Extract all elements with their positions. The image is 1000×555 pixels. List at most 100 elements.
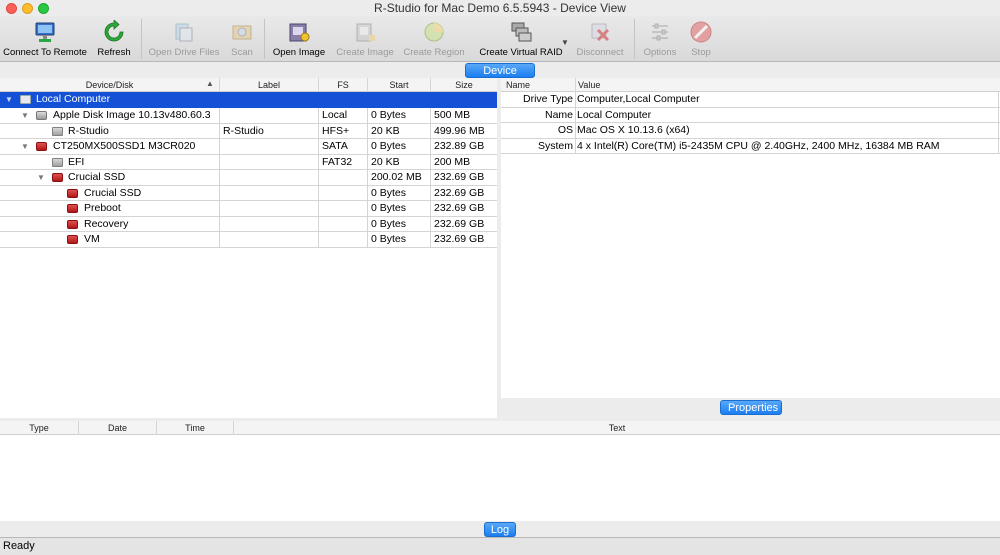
column-header-value[interactable]: Value <box>576 78 1000 92</box>
disclosure-triangle-expanded-icon[interactable]: ▼ <box>21 139 29 154</box>
open-drive-files-label: Open Drive Files <box>148 47 220 58</box>
create-image-button[interactable]: Create Image <box>334 18 396 60</box>
device-size: 232.69 GB <box>434 217 485 230</box>
table-row[interactable]: VM 0 Bytes 232.69 GB <box>0 232 497 248</box>
column-header-size[interactable]: Size <box>431 78 497 92</box>
tab-device-view[interactable]: Device view <box>465 63 535 91</box>
disconnect-label: Disconnect <box>576 47 624 58</box>
cell-divider <box>998 123 999 139</box>
device-start: 0 Bytes <box>371 140 407 152</box>
property-row[interactable]: System 4 x Intel(R) Core(TM) i5-2435M CP… <box>501 138 1000 154</box>
computer-icon <box>20 95 31 104</box>
property-row[interactable]: Name Local Computer <box>501 107 1000 123</box>
table-row[interactable]: ▼ CT250MX500SSD1 M3CR020 SATA 0 Bytes 23… <box>0 139 497 155</box>
refresh-icon <box>104 20 124 42</box>
chevron-down-icon[interactable]: ▼ <box>561 38 569 47</box>
toolbar-separator <box>634 19 635 59</box>
table-row[interactable]: Crucial SSD 0 Bytes 232.69 GB <box>0 185 497 201</box>
toolbar-separator <box>264 19 265 59</box>
cell-divider <box>575 123 576 139</box>
options-button[interactable]: Options <box>640 18 680 60</box>
device-label <box>220 139 318 154</box>
create-region-label: Create Region <box>403 47 465 58</box>
property-row[interactable]: Drive Type Computer,Local Computer <box>501 92 1000 108</box>
container-icon <box>52 173 63 182</box>
device-name: VM <box>84 233 100 245</box>
table-row[interactable]: R-Studio R-Studio HFS+ 20 KB 499.96 MB <box>0 123 497 139</box>
disk-icon <box>36 142 47 151</box>
minimize-window-button[interactable] <box>22 3 33 14</box>
open-drive-files-button[interactable]: Open Drive Files <box>146 18 222 60</box>
create-virtual-raid-button[interactable]: Create Virtual RAID <box>478 18 564 60</box>
disclosure-triangle-expanded-icon[interactable]: ▼ <box>21 108 29 123</box>
device-label <box>220 232 318 247</box>
property-row[interactable]: OS Mac OS X 10.13.6 (x64) <box>501 123 1000 139</box>
toolbar: Connect To Remote Refresh Open Drive Fil… <box>0 16 1000 62</box>
volume-icon <box>67 235 78 244</box>
device-label <box>220 155 318 170</box>
connect-remote-button[interactable]: Connect To Remote <box>2 18 88 60</box>
app-window: R-Studio for Mac Demo 6.5.5943 - Device … <box>0 0 1000 555</box>
cell-divider <box>575 92 576 108</box>
sliders-icon <box>652 23 668 41</box>
table-row[interactable]: EFI FAT32 20 KB 200 MB <box>0 154 497 170</box>
table-row[interactable]: ▼ Local Computer <box>0 92 497 108</box>
device-name: Recovery <box>84 217 129 230</box>
device-label <box>220 217 318 232</box>
volume-icon <box>67 188 78 198</box>
tab-properties[interactable]: Properties <box>720 400 782 415</box>
table-row[interactable]: Recovery 0 Bytes 232.69 GB <box>0 216 497 232</box>
column-header-fs[interactable]: FS <box>319 78 367 92</box>
device-name: Local Computer <box>36 93 111 105</box>
stop-button[interactable]: Stop <box>684 18 718 60</box>
disclosure-triangle-expanded-icon[interactable]: ▼ <box>5 92 13 107</box>
device-name: CT250MX500SSD1 M3CR020 <box>53 140 196 152</box>
connect-remote-label: Connect To Remote <box>3 47 87 58</box>
create-region-button[interactable]: Create Region <box>402 18 466 60</box>
device-size: 200 MB <box>434 155 471 168</box>
device-size: 232.69 GB <box>434 202 485 214</box>
device-fs <box>319 201 367 216</box>
stop-label: Stop <box>691 47 711 58</box>
column-header-start[interactable]: Start <box>368 78 430 92</box>
device-size: 232.69 GB <box>434 233 485 245</box>
refresh-button[interactable]: Refresh <box>90 18 138 60</box>
tab-log[interactable]: Log <box>484 522 516 537</box>
stop-icon <box>690 21 712 43</box>
device-start: 20 KB <box>371 155 400 168</box>
device-label <box>220 201 318 216</box>
table-row[interactable]: ▼ Apple Disk Image 10.13v480.60.3 Local … <box>0 108 497 124</box>
device-start: 0 Bytes <box>371 217 407 230</box>
table-row[interactable]: ▼ Crucial SSD 200.02 MB 232.69 GB <box>0 170 497 186</box>
device-label: R-Studio <box>223 124 264 137</box>
scan-icon <box>232 25 252 40</box>
monitor-network-icon <box>35 22 55 42</box>
table-row[interactable]: Preboot 0 Bytes 232.69 GB <box>0 201 497 217</box>
property-value: Computer,Local Computer <box>577 93 700 105</box>
column-header-text[interactable]: Text <box>234 421 1000 435</box>
cell-divider <box>575 107 576 123</box>
device-name: R-Studio <box>68 124 109 137</box>
device-name: Crucial SSD <box>84 186 142 199</box>
raid-icon <box>511 22 532 42</box>
column-header-device[interactable]: Device/Disk <box>0 78 219 92</box>
create-image-icon <box>356 23 375 42</box>
disconnect-icon <box>591 23 610 42</box>
scan-button[interactable]: Scan <box>224 18 260 60</box>
disconnect-button[interactable]: Disconnect <box>572 18 628 60</box>
disclosure-triangle-expanded-icon[interactable]: ▼ <box>37 170 45 185</box>
column-header-time[interactable]: Time <box>157 421 233 435</box>
device-name: Crucial SSD <box>68 171 126 183</box>
device-size: 500 MB <box>434 109 471 121</box>
open-image-button[interactable]: Open Image <box>270 18 328 60</box>
device-start: 0 Bytes <box>371 186 407 199</box>
column-header-name[interactable]: Name <box>501 78 575 92</box>
property-value: 4 x Intel(R) Core(TM) i5-2435M CPU @ 2.4… <box>577 139 940 152</box>
zoom-window-button[interactable] <box>38 3 49 14</box>
column-header-date[interactable]: Date <box>79 421 156 435</box>
scan-label: Scan <box>231 47 253 58</box>
column-header-label[interactable]: Label <box>220 78 318 92</box>
column-header-type[interactable]: Type <box>0 421 78 435</box>
close-window-button[interactable] <box>6 3 17 14</box>
title-bar: R-Studio for Mac Demo 6.5.5943 - Device … <box>0 0 1000 16</box>
